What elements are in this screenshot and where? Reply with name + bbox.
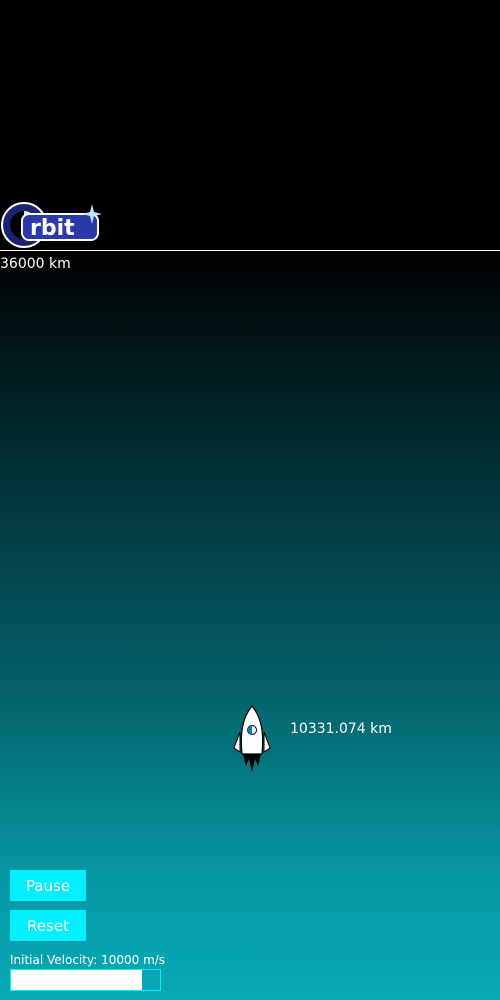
initial-velocity-slider[interactable] xyxy=(10,969,161,991)
svg-text:rbit: rbit xyxy=(30,216,75,241)
initial-velocity-label: Initial Velocity: 10000 m/s xyxy=(10,953,166,967)
reset-button[interactable]: Reset xyxy=(10,910,86,941)
orbit-altitude-label: 36000 km xyxy=(0,256,71,272)
slider-fill xyxy=(11,970,142,990)
orbit-logo-icon: rbit xyxy=(1,202,102,248)
rocket-icon xyxy=(233,705,271,772)
rocket-altitude-readout: 10331.074 km xyxy=(290,721,392,737)
pause-button[interactable]: Pause xyxy=(10,870,86,901)
slider-handle[interactable] xyxy=(142,970,160,990)
